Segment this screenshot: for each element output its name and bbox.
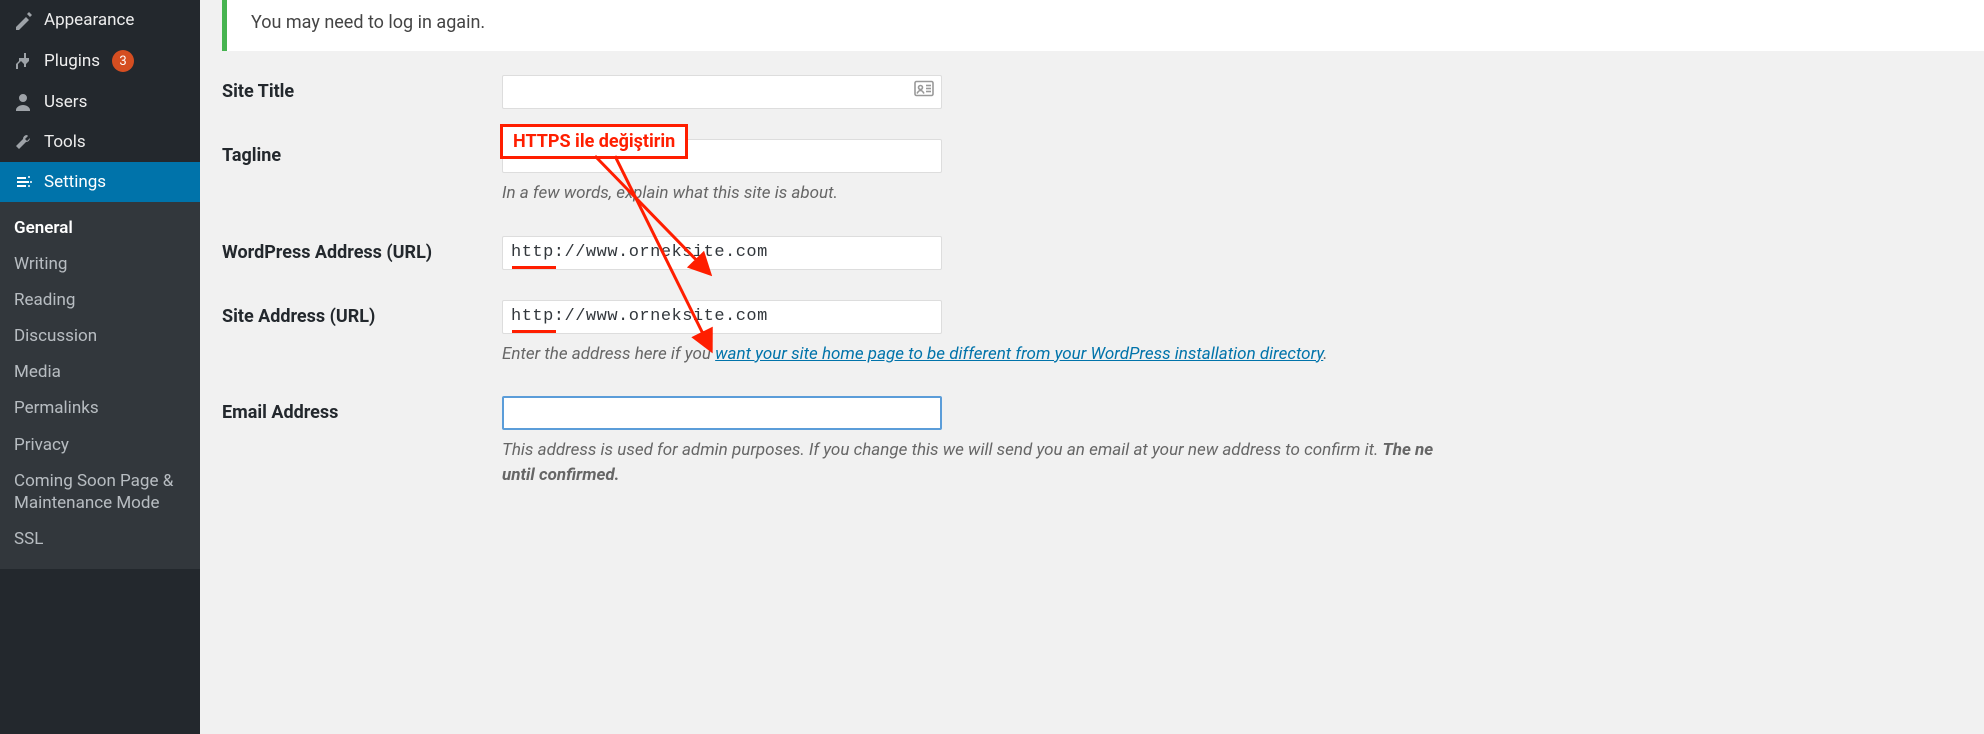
site-address-input[interactable] [502, 300, 942, 334]
annotation-underline-icon [512, 266, 556, 269]
success-notice: You may need to log in again. [222, 0, 1984, 51]
sidebar-item-tools[interactable]: Tools [0, 122, 200, 162]
settings-submenu: General Writing Reading Discussion Media… [0, 202, 200, 569]
tagline-description: In a few words, explain what this site i… [502, 181, 1562, 206]
sidebar-sub-privacy[interactable]: Privacy [0, 427, 200, 463]
email-address-input[interactable] [502, 396, 942, 430]
sidebar-item-users[interactable]: Users [0, 82, 200, 122]
sidebar-sub-media[interactable]: Media [0, 354, 200, 390]
sidebar-item-appearance[interactable]: Appearance [0, 0, 200, 40]
sidebar-sub-reading[interactable]: Reading [0, 282, 200, 318]
annotation-underline-icon [512, 330, 556, 333]
site-title-input[interactable] [502, 75, 942, 109]
sidebar-sub-writing[interactable]: Writing [0, 246, 200, 282]
appearance-icon [12, 10, 34, 30]
sidebar-item-settings[interactable]: Settings [0, 162, 200, 202]
site-title-label: Site Title [222, 75, 502, 109]
admin-sidebar: Appearance Plugins 3 Users Tools Setti [0, 0, 200, 734]
plugins-icon [12, 51, 34, 71]
wp-address-label: WordPress Address (URL) [222, 236, 502, 270]
install-directory-link[interactable]: want your site home page to be different… [715, 344, 1323, 364]
sidebar-item-plugins[interactable]: Plugins 3 [0, 40, 200, 82]
users-icon [12, 92, 34, 112]
sidebar-sub-general[interactable]: General [0, 210, 200, 246]
site-address-label: Site Address (URL) [222, 300, 502, 367]
plugins-update-badge: 3 [112, 50, 134, 72]
sidebar-sub-discussion[interactable]: Discussion [0, 318, 200, 354]
site-address-description: Enter the address here if you want your … [502, 342, 1562, 367]
sidebar-item-label: Appearance [44, 10, 134, 30]
tagline-label: Tagline [222, 139, 502, 206]
sidebar-sub-ssl[interactable]: SSL [0, 521, 200, 557]
sidebar-item-label: Tools [44, 132, 86, 152]
settings-general-content: You may need to log in again. Site Title… [200, 0, 1984, 734]
notice-text: You may need to log in again. [251, 12, 485, 33]
contact-card-icon [914, 81, 934, 104]
sidebar-sub-coming-soon[interactable]: Coming Soon Page & Maintenance Mode [0, 463, 200, 521]
tools-icon [12, 132, 34, 152]
settings-icon [12, 172, 34, 192]
email-address-label: Email Address [222, 396, 502, 487]
sidebar-item-label: Settings [44, 172, 106, 192]
wp-address-input[interactable] [502, 236, 942, 270]
sidebar-item-label: Users [44, 92, 87, 112]
sidebar-sub-permalinks[interactable]: Permalinks [0, 390, 200, 426]
email-address-description: This address is used for admin purposes.… [502, 438, 1562, 487]
annotation-callout: HTTPS ile değiştirin [500, 124, 688, 159]
sidebar-item-label: Plugins [44, 51, 100, 71]
